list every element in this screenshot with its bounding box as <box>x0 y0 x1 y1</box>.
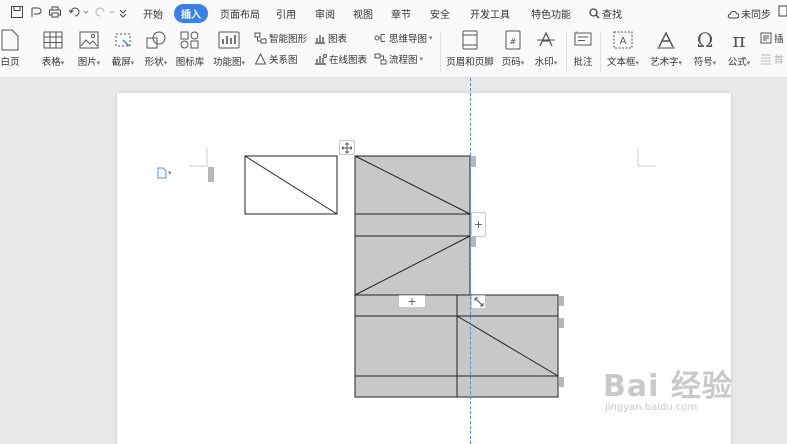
row-end-mark <box>471 156 476 167</box>
document-icon <box>157 167 167 179</box>
alignment-guide <box>470 78 471 444</box>
small-table[interactable] <box>244 155 338 215</box>
dropdown-arrow-icon: ▾ <box>168 169 172 177</box>
plus-icon: + <box>473 218 484 231</box>
move-icon <box>341 142 353 153</box>
row-end-mark <box>559 377 564 387</box>
add-column-button[interactable]: + <box>471 212 486 237</box>
table-resize-handle[interactable] <box>471 295 486 309</box>
watermark-main-text: Bai 经验 <box>603 369 733 404</box>
shaded-table-lower[interactable] <box>354 294 559 398</box>
shaded-table-upper[interactable] <box>354 155 471 296</box>
add-row-button[interactable]: + <box>398 295 426 308</box>
page-corner-mark-right <box>637 148 656 167</box>
row-end-mark <box>208 167 214 182</box>
resize-icon <box>474 297 483 307</box>
page-corner-mark-left <box>189 148 208 167</box>
row-end-mark <box>559 296 564 306</box>
row-end-mark <box>471 237 476 247</box>
table-move-handle[interactable] <box>339 140 355 155</box>
row-end-mark <box>559 318 564 328</box>
baidu-watermark: Bai 经验 jingyan.baidu.com <box>603 369 733 414</box>
paragraph-marker[interactable]: ▾ <box>157 167 172 179</box>
plus-icon: + <box>407 295 417 308</box>
